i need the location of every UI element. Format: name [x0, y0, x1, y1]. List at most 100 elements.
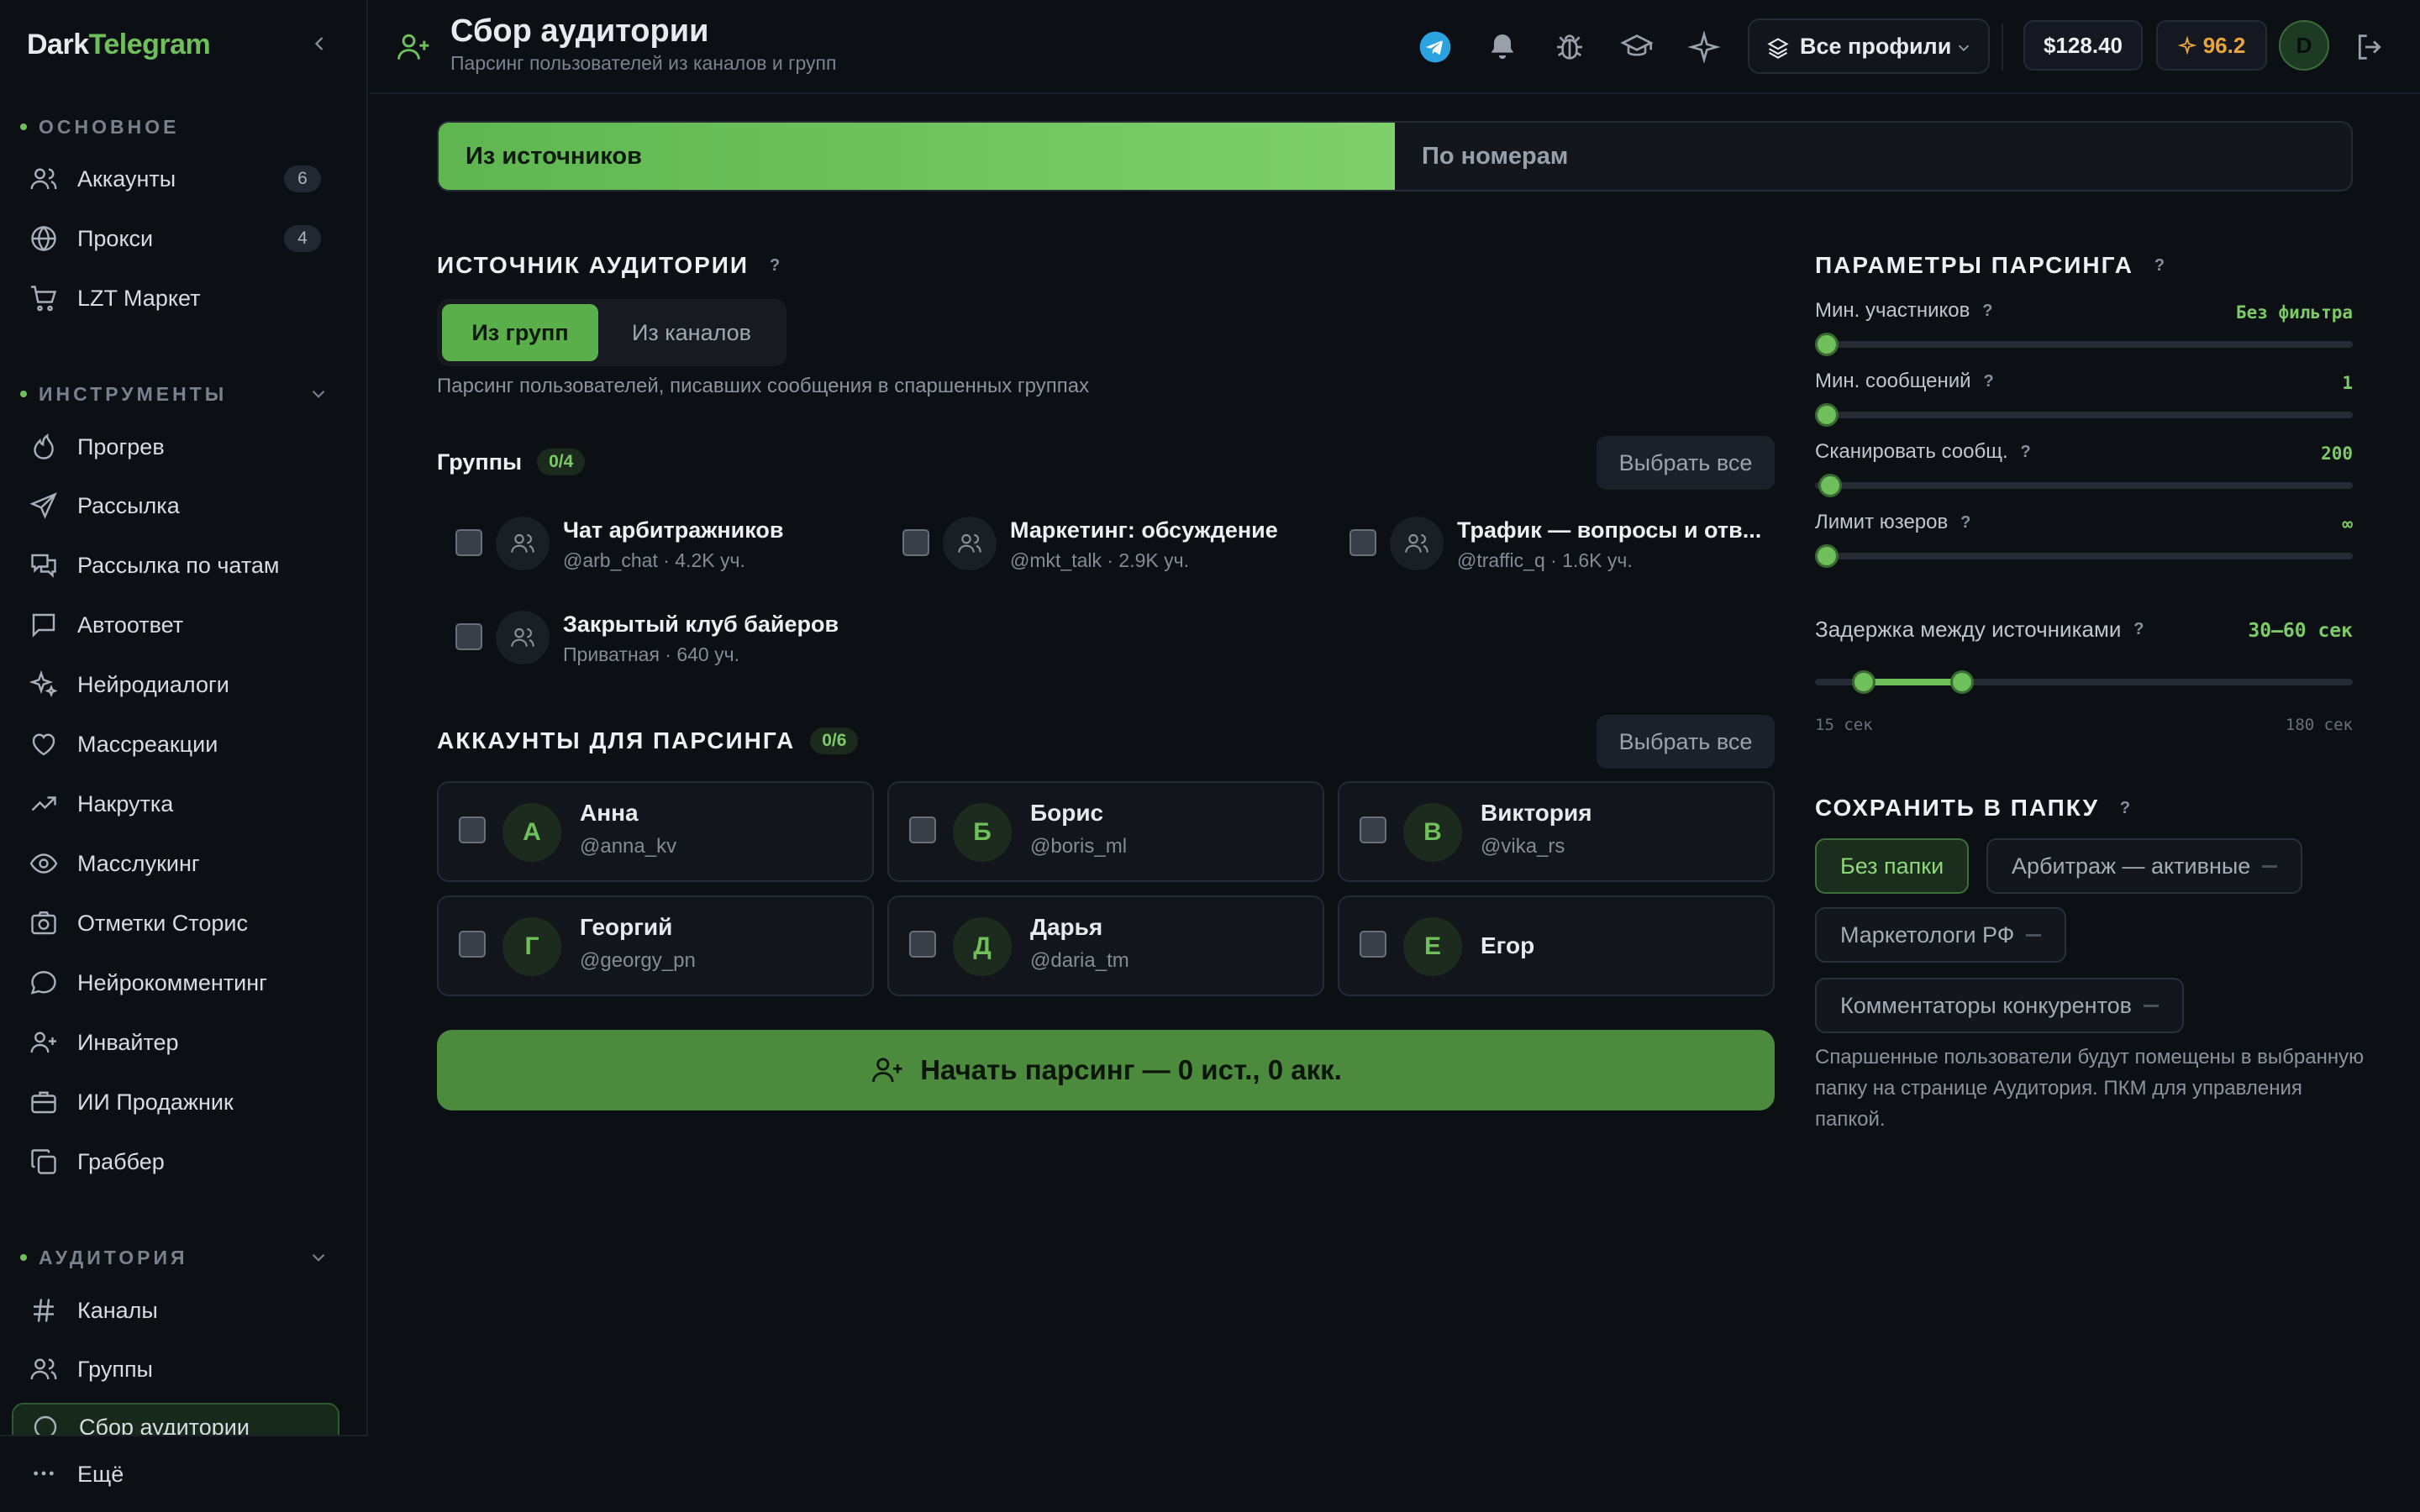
help-icon[interactable]: ?	[1976, 300, 1998, 322]
help-icon[interactable]: ?	[1954, 512, 1976, 533]
sparkle-icon[interactable]	[1687, 30, 1721, 64]
account-checkbox[interactable]	[1360, 816, 1386, 843]
account-avatar: Д	[953, 917, 1012, 976]
chevron-down-icon	[312, 1253, 325, 1262]
account-card[interactable]: В Виктория @vika_rs	[1338, 781, 1775, 882]
avatar[interactable]: D	[2279, 20, 2329, 71]
folder-chip[interactable]: Маркетологи РФ	[1815, 907, 2067, 963]
groups-select-all-button[interactable]: Выбрать все	[1597, 436, 1775, 490]
account-checkbox[interactable]	[909, 931, 936, 958]
dash-icon	[2026, 933, 2042, 937]
sidebar-item-mailing[interactable]: Рассылка	[12, 481, 339, 530]
slider-thumb[interactable]	[1815, 544, 1839, 568]
dash-icon	[2262, 864, 2278, 868]
slider-label: Сканировать сообщ.?	[1815, 440, 2037, 464]
groups-count-badge: 0/4	[537, 449, 586, 475]
logout-icon[interactable]	[2353, 30, 2386, 64]
account-card[interactable]: Е Егор	[1338, 895, 1775, 996]
scan-messages-slider[interactable]	[1815, 474, 2353, 497]
account-checkbox[interactable]	[1360, 931, 1386, 958]
help-icon[interactable]: ?	[764, 255, 786, 276]
help-icon[interactable]: ?	[1978, 370, 2000, 392]
sidebar-item-accounts[interactable]: Аккаунты 6	[12, 155, 339, 203]
slider-thumb[interactable]	[1815, 403, 1839, 427]
account-checkbox[interactable]	[459, 931, 486, 958]
count-badge: 4	[284, 225, 321, 252]
group-checkbox[interactable]	[1349, 529, 1376, 556]
bug-icon[interactable]	[1553, 30, 1586, 64]
help-icon[interactable]: ?	[2114, 797, 2136, 819]
help-icon[interactable]: ?	[2128, 619, 2149, 641]
from-channels-button[interactable]: Из каналов	[605, 304, 778, 361]
from-groups-button[interactable]: Из групп	[442, 304, 598, 361]
telegram-icon[interactable]	[1418, 30, 1452, 64]
range-thumb-from[interactable]	[1852, 670, 1876, 694]
sidebar-item-grabber[interactable]: Граббер	[12, 1137, 339, 1186]
account-card[interactable]: А Анна @anna_kv	[437, 781, 874, 882]
groups-heading: Группы 0/4	[437, 449, 586, 475]
eye-icon	[29, 853, 58, 874]
slider-thumb[interactable]	[1815, 333, 1839, 356]
accounts-count-badge: 0/6	[810, 727, 859, 754]
accounts-select-all-button[interactable]: Выбрать все	[1597, 715, 1775, 769]
sidebar-item-story-marks[interactable]: Отметки Сторис	[12, 899, 339, 948]
sidebar-item-chat-mailing[interactable]: Рассылка по чатам	[12, 541, 339, 590]
more-icon	[34, 1471, 54, 1476]
section-tools[interactable]: ИНСТРУМЕНТЫ	[20, 381, 339, 407]
help-icon[interactable]: ?	[2149, 255, 2170, 276]
sidebar-item-lzt-market[interactable]: LZT Маркет	[12, 274, 339, 323]
cart-icon	[31, 286, 57, 312]
tab-from-sources[interactable]: Из источников	[439, 123, 1395, 190]
delay-max-label: 180 сек	[2285, 716, 2353, 734]
chevron-left-icon[interactable]	[308, 32, 331, 55]
camera-icon	[31, 911, 56, 935]
sidebar-more[interactable]: Ещё	[0, 1435, 368, 1512]
sidebar-item-masslooking[interactable]: Масслукинг	[12, 839, 339, 888]
sidebar-item-autoreply[interactable]: Автоответ	[12, 601, 339, 649]
sidebar-item-warmup[interactable]: Прогрев	[12, 423, 339, 471]
folder-chip[interactable]: Комментаторы конкурентов	[1815, 978, 2185, 1033]
graduation-cap-icon[interactable]	[1620, 30, 1654, 64]
users-icon	[1405, 533, 1428, 553]
bell-icon[interactable]	[1486, 30, 1519, 64]
balance-pill[interactable]: $128.40	[2023, 20, 2143, 71]
account-card[interactable]: Г Георгий @georgy_pn	[437, 895, 874, 996]
folder-chip-none[interactable]: Без папки	[1815, 838, 1970, 894]
help-icon[interactable]: ?	[2015, 441, 2037, 463]
delay-value: 30–60 сек	[2248, 620, 2353, 642]
sidebar-item-groups[interactable]: Группы	[12, 1345, 339, 1394]
slider-label: Лимит юзеров?	[1815, 511, 1976, 534]
sidebar-item-boost[interactable]: Накрутка	[12, 780, 339, 828]
user-plus-icon	[397, 34, 429, 60]
group-checkbox[interactable]	[455, 529, 482, 556]
sidebar-item-inviter[interactable]: Инвайтер	[12, 1018, 339, 1067]
tab-by-numbers[interactable]: По номерам	[1395, 123, 2351, 190]
sidebar-item-massreactions[interactable]: Массреакции	[12, 720, 339, 769]
account-card[interactable]: Д Дарья @daria_tm	[887, 895, 1324, 996]
sidebar-item-neurocommenting[interactable]: Нейрокомментинг	[12, 958, 339, 1007]
min-members-slider[interactable]	[1815, 333, 2353, 356]
section-audience[interactable]: АУДИТОРИЯ	[20, 1245, 339, 1270]
min-messages-slider[interactable]	[1815, 403, 2353, 427]
group-checkbox[interactable]	[902, 529, 929, 556]
account-card[interactable]: Б Борис @boris_ml	[887, 781, 1324, 882]
account-checkbox[interactable]	[459, 816, 486, 843]
sidebar-item-ai-seller[interactable]: ИИ Продажник	[12, 1078, 339, 1126]
account-checkbox[interactable]	[909, 816, 936, 843]
profiles-select[interactable]: Все профили	[1748, 18, 1990, 74]
points-pill[interactable]: 96.2	[2156, 20, 2267, 71]
delay-range-slider[interactable]	[1815, 670, 2353, 694]
folder-note: Спаршенные пользователи будут помещены в…	[1815, 1046, 2365, 1131]
group-checkbox[interactable]	[455, 623, 482, 650]
account-avatar: Г	[502, 917, 561, 976]
slider-value: ∞	[2342, 514, 2353, 534]
range-thumb-to[interactable]	[1949, 670, 1974, 694]
trend-icon	[31, 796, 56, 811]
sidebar-item-neurodialogs[interactable]: Нейродиалоги	[12, 660, 339, 709]
slider-thumb[interactable]	[1818, 474, 1842, 497]
user-limit-slider[interactable]	[1815, 544, 2353, 568]
sidebar-item-proxy[interactable]: Прокси 4	[12, 214, 339, 263]
start-parsing-button[interactable]: Начать парсинг — 0 ист., 0 акк.	[437, 1030, 1775, 1110]
folder-chip[interactable]: Арбитраж — активные	[1986, 838, 2303, 894]
sidebar-item-channels[interactable]: Каналы	[12, 1286, 339, 1335]
